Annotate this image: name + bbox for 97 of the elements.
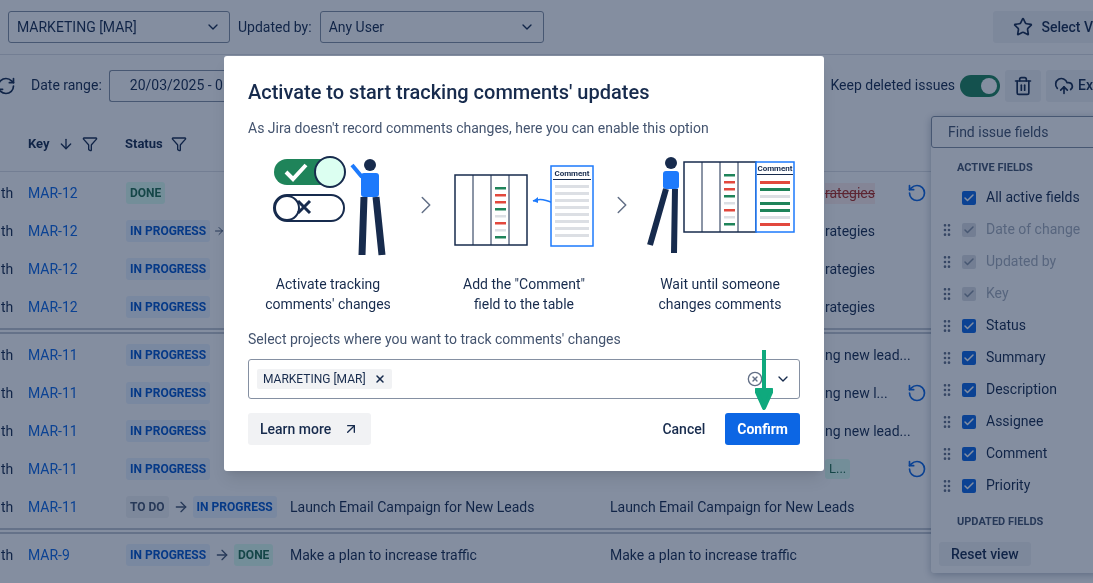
- issue-key-link[interactable]: MAR-11: [28, 458, 126, 480]
- cloud-icon: [1054, 75, 1075, 96]
- table-cell-text: rategies: [825, 259, 875, 279]
- project-select[interactable]: MARKETING [MAR]: [8, 11, 230, 43]
- section-heading: ACTIVE FIELDS: [957, 160, 1034, 176]
- table-cell: rategies: [825, 182, 875, 204]
- status-badge: IN PROGRESS: [126, 258, 211, 280]
- field-checkbox[interactable]: [962, 318, 976, 333]
- status-badge: IN PROGRESS: [126, 544, 211, 566]
- issue-key-link[interactable]: MAR-11: [28, 420, 126, 442]
- status-badge: IN PROGRESS: [126, 458, 211, 480]
- field-label: Select projects where you want to track comments' changes: [248, 330, 622, 349]
- undo-icon[interactable]: [907, 383, 927, 403]
- field-checkbox[interactable]: [962, 190, 976, 205]
- select-view-button[interactable]: Select V: [993, 11, 1093, 43]
- table-cell-text: th: [0, 183, 15, 203]
- column-label: Comment: [553, 168, 591, 180]
- reset-view-button[interactable]: Reset view: [939, 542, 1031, 566]
- column-header[interactable]: Status: [125, 133, 163, 154]
- table-cell-text: th: [0, 221, 15, 241]
- keep-deleted-toggle[interactable]: [960, 74, 1001, 97]
- trash-icon: [1013, 75, 1034, 96]
- step-caption: Add the "Comment" field to the table: [462, 275, 586, 314]
- column-header[interactable]: Key: [28, 133, 50, 154]
- table-cell-text: ng new lead...: [825, 345, 911, 365]
- status-badge: IN PROGRESS: [192, 496, 277, 518]
- user-select[interactable]: Any User: [319, 11, 544, 43]
- dialog-description: As Jira doesn't record comments changes, here you can enable this option: [248, 119, 710, 138]
- status-badge: DONE: [234, 544, 274, 566]
- table-cell-text: th: [0, 497, 15, 517]
- status-badge: IN PROGRESS: [126, 382, 211, 404]
- table-cell-text: Launch Email Campaign for New Leads: [610, 497, 856, 517]
- export-button[interactable]: Ex: [1046, 69, 1093, 102]
- status-badge: IN PROGRESS: [126, 420, 211, 442]
- field-label: Priority: [986, 476, 1031, 495]
- table-cell-text: th: [0, 545, 15, 565]
- date-range-label: Date range:: [31, 76, 102, 95]
- table-cell-text: ng new l...: [825, 383, 888, 403]
- field-label: Summary: [986, 348, 1046, 367]
- refresh-icon[interactable]: [0, 75, 16, 96]
- project-tag: MARKETING [MAR]: [257, 369, 392, 389]
- table-cell-text: th: [0, 297, 15, 317]
- table-cell-text: Make a plan to increase traffic: [290, 545, 478, 565]
- filter-label: Updated by:: [238, 17, 312, 37]
- field-checkbox[interactable]: [962, 446, 976, 461]
- remove-icon[interactable]: [373, 373, 386, 385]
- table-cell-text: Make a plan to increase traffic: [610, 545, 798, 565]
- cancel-button[interactable]: Cancel: [650, 413, 718, 445]
- table-cell-text: Launch Email Campaign for New Leads: [290, 497, 536, 517]
- table-cell-text: th: [0, 459, 15, 479]
- step-caption: Wait until someone changes comments: [657, 275, 783, 314]
- issue-key-link[interactable]: MAR-12: [28, 296, 126, 318]
- status-badge: IN PROGRESS: [126, 220, 211, 242]
- table-cell-text: th: [0, 259, 15, 279]
- field-label: All active fields: [986, 188, 1080, 207]
- undo-icon[interactable]: [907, 183, 927, 203]
- table-cell-text: rategies: [825, 221, 875, 241]
- issue-key-link[interactable]: MAR-12: [28, 182, 126, 204]
- field-checkbox[interactable]: [962, 414, 976, 429]
- table-cell-text: ng new lead...: [825, 421, 911, 441]
- field-checkbox[interactable]: [962, 382, 976, 397]
- issue-key-link[interactable]: MAR-11: [28, 496, 126, 518]
- field-tag: L...: [825, 459, 851, 479]
- pointer-arrow: [755, 350, 773, 410]
- issue-key-link[interactable]: MAR-11: [28, 344, 126, 366]
- field-label: Assignee: [986, 412, 1044, 431]
- find-fields-input[interactable]: Find issue fields: [931, 116, 1093, 148]
- filter-icon[interactable]: [81, 135, 98, 152]
- field-checkbox[interactable]: [962, 350, 976, 365]
- status-badge: DONE: [126, 182, 166, 204]
- keep-deleted-label: Keep deleted issues: [830, 76, 956, 95]
- table-cell-text: th: [0, 421, 15, 441]
- table-cell-text: rategies: [825, 297, 875, 317]
- project-multiselect[interactable]: MARKETING [MAR]: [248, 359, 800, 399]
- delete-button[interactable]: [1005, 69, 1042, 102]
- table-cell-text: th: [0, 383, 15, 403]
- confirm-button[interactable]: Confirm: [725, 413, 800, 445]
- issue-key-link[interactable]: MAR-9: [28, 544, 126, 566]
- filter-icon[interactable]: [170, 135, 187, 152]
- dialog-title: Activate to start tracking comments' updates: [248, 80, 651, 104]
- section-heading: UPDATED FIELDS: [957, 513, 1045, 530]
- status-badge: IN PROGRESS: [126, 296, 211, 318]
- star-icon: [1013, 17, 1034, 37]
- column-label: Comment: [757, 163, 793, 175]
- step-caption: Activate tracking comments' changes: [264, 275, 392, 314]
- issue-key-link[interactable]: MAR-12: [28, 220, 126, 242]
- status-badge: TO DO: [126, 496, 169, 518]
- field-label: Description: [986, 380, 1057, 399]
- status-badge: IN PROGRESS: [126, 344, 211, 366]
- field-label: Comment: [986, 444, 1048, 463]
- field-label: Status: [986, 316, 1027, 335]
- learn-more-button[interactable]: Learn more: [248, 413, 372, 445]
- issue-key-link[interactable]: MAR-11: [28, 382, 126, 404]
- issue-key-link[interactable]: MAR-12: [28, 258, 126, 280]
- table-cell-text: th: [0, 345, 15, 365]
- undo-icon[interactable]: [907, 459, 927, 479]
- field-checkbox[interactable]: [962, 478, 976, 493]
